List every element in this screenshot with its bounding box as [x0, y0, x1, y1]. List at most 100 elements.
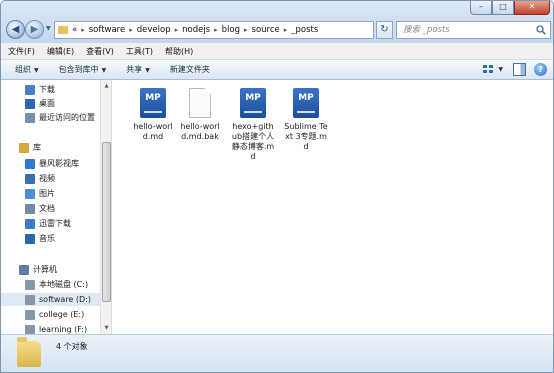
file-badge: MP [293, 88, 319, 118]
file-name: hello-world.md.bak [180, 122, 220, 141]
command-button[interactable]: 包含到库中 ▼ [59, 64, 107, 75]
command-label: 新建文件夹 [169, 65, 210, 74]
arrow-left-icon: ◀ [11, 24, 20, 35]
maximize-button[interactable]: □ [492, 1, 514, 15]
markdown-file-icon: MP [240, 88, 266, 118]
refresh-button[interactable]: ↻ [376, 21, 393, 39]
breadcrumb-item[interactable]: develop [137, 25, 171, 35]
nav-item-label: learning (F:) [39, 325, 88, 334]
menu-bar: 文件(F) 编辑(E) 查看(V) 工具(T) 帮助(H) [1, 43, 553, 60]
nav-item[interactable]: 文档 [1, 202, 101, 215]
back-button[interactable]: ◀ [6, 20, 25, 39]
breadcrumb-separator-icon[interactable]: ▸ [214, 26, 218, 34]
nav-item[interactable]: learning (F:) [1, 323, 101, 334]
file-item[interactable]: MP Sublime Text 3专题.md [283, 88, 329, 152]
nav-item[interactable]: 暴风影视库 [1, 157, 101, 170]
recent-places-icon [25, 112, 35, 123]
help-icon[interactable]: ? [534, 63, 547, 76]
command-button[interactable]: 组织 ▼ [15, 64, 39, 75]
arrow-right-icon: ▶ [30, 24, 39, 35]
nav-item[interactable]: 本地磁盘 (C:) [1, 278, 101, 291]
nav-item[interactable]: 下载 [1, 83, 101, 96]
nav-item[interactable]: 计算机 [1, 263, 101, 276]
breadcrumb-separator-icon[interactable]: ▸ [129, 26, 133, 34]
nav-item-label: 文档 [39, 204, 55, 213]
scrollbar-thumb[interactable] [102, 142, 111, 302]
file-item[interactable]: MP hello-world.md [130, 88, 176, 142]
nav-item[interactable]: software (D:) [1, 293, 101, 306]
blank-page-shape [189, 88, 211, 118]
command-label: 共享 [126, 65, 143, 74]
explorer-window: – □ ✕ ◀ ▶ ▼ « ▸ software ▸ develop ▸ nodejs ▸ b… [0, 0, 554, 373]
breadcrumb: ▸ software ▸ develop ▸ nodejs ▸ blog ▸ source ▸ _po… [77, 25, 318, 35]
desktop-icon [25, 98, 35, 109]
nav-item[interactable]: 视频 [1, 172, 101, 185]
chevron-down-icon: ▼ [145, 67, 150, 74]
file-name: hexo+github搭建个人静态博客.md [231, 122, 275, 161]
command-button[interactable]: 新建文件夹 [170, 64, 210, 75]
chevron-down-icon: ▼ [46, 25, 51, 32]
change-view-icon[interactable] [482, 63, 496, 76]
pictures-icon [25, 188, 35, 199]
nav-item-label: 视频 [39, 174, 55, 183]
nav-item[interactable]: 音乐 [1, 232, 101, 245]
breadcrumb-item[interactable]: software [89, 25, 126, 35]
nav-item[interactable]: 迅雷下载 [1, 217, 101, 230]
view-options-dropdown[interactable]: ▼ [498, 66, 503, 73]
file-badge: MP [140, 88, 166, 118]
breadcrumb-separator-icon[interactable]: ▸ [175, 26, 179, 34]
file-item[interactable]: hello-world.md.bak [177, 88, 223, 142]
nav-item[interactable]: college (E:) [1, 308, 101, 321]
nav-item-label: 图片 [39, 189, 55, 198]
search-icon[interactable] [536, 25, 546, 35]
breadcrumb-item[interactable]: _posts [291, 25, 318, 35]
preview-pane-icon[interactable] [513, 63, 526, 76]
nav-item-label: 本地磁盘 (C:) [39, 280, 89, 289]
breadcrumb-item[interactable]: source [252, 25, 280, 35]
nav-item-label: 音乐 [39, 234, 55, 243]
blank-file-icon [187, 88, 213, 118]
search-input[interactable]: 搜索 _posts [396, 21, 551, 39]
address-bar[interactable]: « ▸ software ▸ develop ▸ nodejs ▸ blog ▸ source ▸ _… [54, 21, 374, 39]
music-icon [25, 233, 35, 244]
menu-item[interactable]: 查看(V) [86, 46, 114, 57]
file-badge: MP [240, 88, 266, 118]
file-item[interactable]: MP hexo+github搭建个人静态博客.md [230, 88, 276, 162]
nav-item[interactable]: 库 [1, 141, 101, 154]
nav-item[interactable]: 桌面 [1, 97, 101, 110]
nav-item-label: 迅雷下载 [39, 219, 71, 228]
recent-pages-dropdown[interactable]: ▼ [46, 25, 52, 33]
menu-item[interactable]: 文件(F) [8, 46, 35, 57]
command-label: 组织 [15, 65, 31, 74]
title-bar: – □ ✕ ◀ ▶ ▼ « ▸ software ▸ develop ▸ nodejs ▸ b… [1, 1, 553, 43]
download-icon [25, 84, 35, 95]
scroll-up-icon[interactable]: ▲ [102, 81, 111, 91]
close-button[interactable]: ✕ [514, 1, 550, 15]
breadcrumb-separator-icon[interactable]: ▸ [284, 26, 288, 34]
chevron-down-icon: ▼ [34, 67, 39, 74]
nav-item[interactable]: 图片 [1, 187, 101, 200]
video-library-icon [25, 158, 35, 169]
menu-item[interactable]: 工具(T) [126, 46, 153, 57]
nav-item[interactable]: 最近访问的位置 [1, 111, 101, 124]
libraries-icon [19, 142, 29, 153]
nav-item-label: 最近访问的位置 [39, 113, 95, 122]
menu-item[interactable]: 编辑(E) [47, 46, 74, 57]
command-bar: 组织 ▼ 包含到库中 ▼ 共享 ▼ 新建文件夹 ▼ ? [1, 60, 553, 80]
markdown-file-icon: MP [293, 88, 319, 118]
nav-item-label: 暴风影视库 [39, 159, 79, 168]
nav-item-label: 桌面 [39, 99, 55, 108]
scroll-down-icon[interactable]: ▼ [102, 323, 111, 333]
nav-item-label: 下载 [39, 85, 55, 94]
minimize-button[interactable]: – [470, 1, 492, 15]
forward-button[interactable]: ▶ [25, 20, 44, 39]
breadcrumb-item[interactable]: nodejs [182, 25, 210, 35]
breadcrumb-separator-icon[interactable]: ▸ [244, 26, 248, 34]
breadcrumb-item[interactable]: blog [222, 25, 240, 35]
folder-icon [17, 337, 41, 367]
menu-item[interactable]: 帮助(H) [165, 46, 193, 57]
breadcrumb-separator-icon[interactable]: ▸ [81, 26, 85, 34]
folder-icon [58, 26, 68, 34]
navigation-scrollbar[interactable]: ▲ ▼ [100, 80, 111, 334]
command-button[interactable]: 共享 ▼ [126, 64, 150, 75]
